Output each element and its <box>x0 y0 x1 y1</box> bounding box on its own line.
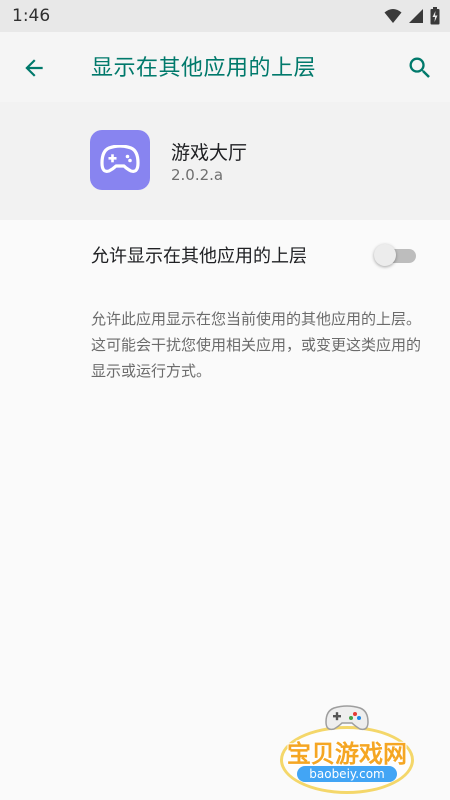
watermark-logo: 宝贝游戏网 baobeiy.com <box>272 704 422 794</box>
status-time: 1:46 <box>12 6 51 26</box>
back-button[interactable] <box>18 52 50 84</box>
page-title: 显示在其他应用的上层 <box>91 56 317 81</box>
app-version: 2.0.2.a <box>171 166 224 184</box>
permission-description: 允许此应用显示在您当前使用的其他应用的上层。这可能会干扰您使用相关应用，或变更这… <box>91 310 422 380</box>
signal-icon <box>409 9 423 23</box>
wifi-icon <box>384 9 402 23</box>
search-icon <box>409 57 430 78</box>
watermark-gamepad-icon <box>325 705 369 731</box>
watermark-text: 宝贝游戏网 <box>287 740 407 768</box>
battery-icon <box>430 7 440 25</box>
arrow-back-icon <box>25 59 43 77</box>
overlay-permission-label: 允许显示在其他应用的上层 <box>91 246 307 267</box>
status-icons <box>384 7 440 25</box>
gamepad-icon <box>100 145 140 173</box>
overlay-permission-row[interactable]: 允许显示在其他应用的上层 <box>0 220 450 290</box>
app-name: 游戏大厅 <box>171 142 248 164</box>
search-button[interactable] <box>404 52 436 84</box>
status-bar: 1:46 <box>0 0 450 32</box>
watermark-url: baobeiy.com <box>297 766 397 782</box>
app-icon <box>90 130 150 190</box>
overlay-permission-toggle[interactable] <box>374 244 418 266</box>
toggle-thumb <box>374 244 396 266</box>
app-bar: 显示在其他应用的上层 <box>0 32 450 102</box>
app-header: 游戏大厅 2.0.2.a <box>0 102 450 220</box>
